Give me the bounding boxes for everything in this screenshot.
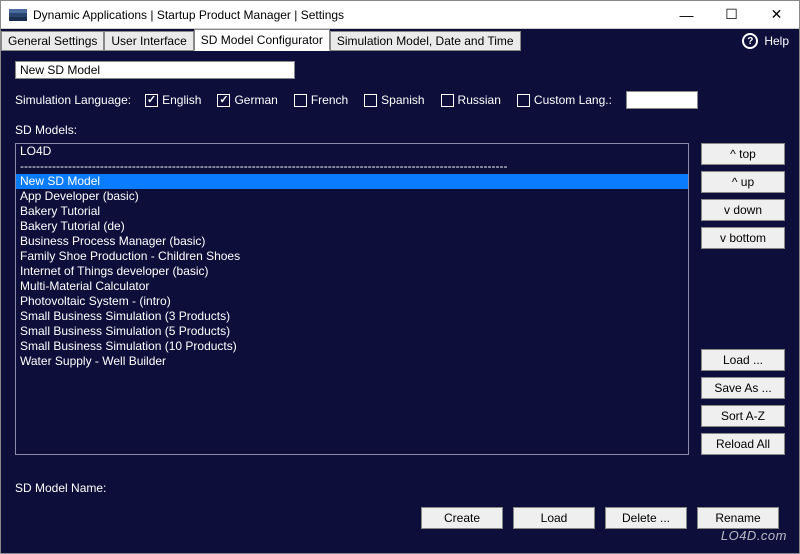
list-item[interactable]: ----------------------------------------… (16, 159, 688, 174)
lang-checkbox-custom-lang-[interactable]: Custom Lang.: (517, 93, 612, 107)
bottom-buttons: Create Load Delete ... Rename (15, 507, 785, 535)
up-button[interactable]: ^ up (701, 171, 785, 193)
list-item[interactable]: App Developer (basic) (16, 189, 688, 204)
list-item[interactable]: New SD Model (16, 174, 688, 189)
tab-user-interface[interactable]: User Interface (104, 31, 193, 51)
titlebar[interactable]: Dynamic Applications | Startup Product M… (1, 1, 799, 29)
model-name-input[interactable] (15, 61, 295, 79)
save-as-button[interactable]: Save As ... (701, 377, 785, 399)
sd-models-label: SD Models: (15, 123, 785, 137)
load-button[interactable]: Load (513, 507, 595, 529)
window-controls: — ☐ ✕ (664, 1, 799, 29)
list-item[interactable]: Photovoltaic System - (intro) (16, 294, 688, 309)
checkbox-icon[interactable] (364, 94, 377, 107)
tab-simulation-model-date-and-time[interactable]: Simulation Model, Date and Time (330, 31, 521, 51)
create-button[interactable]: Create (421, 507, 503, 529)
checkbox-label: German (234, 93, 277, 107)
help-icon[interactable] (742, 33, 758, 49)
simulation-language-label: Simulation Language: (15, 93, 131, 107)
list-item[interactable]: LO4D (16, 144, 688, 159)
custom-lang-input[interactable] (626, 91, 698, 109)
sd-models-listbox[interactable]: LO4D------------------------------------… (15, 143, 689, 455)
language-row: Simulation Language: English German French… (15, 91, 785, 109)
list-area: LO4D------------------------------------… (15, 143, 785, 455)
list-item[interactable]: Bakery Tutorial (16, 204, 688, 219)
load-side-button[interactable]: Load ... (701, 349, 785, 371)
sd-model-name-row: SD Model Name: (15, 481, 785, 495)
maximize-button[interactable]: ☐ (709, 1, 754, 29)
list-item[interactable]: Multi-Material Calculator (16, 279, 688, 294)
lang-checkbox-german[interactable]: German (217, 93, 277, 107)
reload-button[interactable]: Reload All (701, 433, 785, 455)
client-area: General SettingsUser InterfaceSD Model C… (1, 29, 799, 553)
checkbox-label: French (311, 93, 348, 107)
delete-button[interactable]: Delete ... (605, 507, 687, 529)
list-item[interactable]: Business Process Manager (basic) (16, 234, 688, 249)
checkbox-label: English (162, 93, 201, 107)
tab-panel: Simulation Language: English German French… (1, 53, 799, 553)
list-item[interactable]: Small Business Simulation (10 Products) (16, 339, 688, 354)
window-title: Dynamic Applications | Startup Product M… (33, 8, 664, 22)
side-buttons: ^ top ^ up v down v bottom Load ... Save… (701, 143, 785, 455)
tab-general-settings[interactable]: General Settings (1, 31, 104, 51)
lang-checkbox-russian[interactable]: Russian (441, 93, 501, 107)
lang-checkbox-english[interactable]: English (145, 93, 201, 107)
close-button[interactable]: ✕ (754, 1, 799, 29)
checkbox-icon[interactable] (517, 94, 530, 107)
app-icon (9, 9, 27, 21)
checkbox-label: Russian (458, 93, 501, 107)
list-item[interactable]: Small Business Simulation (5 Products) (16, 324, 688, 339)
checkbox-label: Spanish (381, 93, 424, 107)
rename-button[interactable]: Rename (697, 507, 779, 529)
list-item[interactable]: Bakery Tutorial (de) (16, 219, 688, 234)
app-window: Dynamic Applications | Startup Product M… (0, 0, 800, 554)
model-name-row (15, 61, 785, 79)
top-button[interactable]: ^ top (701, 143, 785, 165)
checkbox-label: Custom Lang.: (534, 93, 612, 107)
lang-checkbox-spanish[interactable]: Spanish (364, 93, 424, 107)
help-area: Help (742, 33, 799, 49)
list-item[interactable]: Internet of Things developer (basic) (16, 264, 688, 279)
list-item[interactable]: Family Shoe Production - Children Shoes (16, 249, 688, 264)
tabstrip: General SettingsUser InterfaceSD Model C… (1, 29, 799, 53)
down-button[interactable]: v down (701, 199, 785, 221)
help-label[interactable]: Help (764, 34, 789, 48)
checkbox-icon[interactable] (145, 94, 158, 107)
checkbox-icon[interactable] (441, 94, 454, 107)
tab-sd-model-configurator[interactable]: SD Model Configurator (194, 29, 330, 51)
minimize-button[interactable]: — (664, 1, 709, 29)
list-item[interactable]: Small Business Simulation (3 Products) (16, 309, 688, 324)
checkbox-icon[interactable] (294, 94, 307, 107)
sort-button[interactable]: Sort A-Z (701, 405, 785, 427)
sd-model-name-label: SD Model Name: (15, 481, 106, 495)
checkbox-icon[interactable] (217, 94, 230, 107)
lang-checkbox-french[interactable]: French (294, 93, 348, 107)
list-item[interactable]: Water Supply - Well Builder (16, 354, 688, 369)
bottom-button[interactable]: v bottom (701, 227, 785, 249)
